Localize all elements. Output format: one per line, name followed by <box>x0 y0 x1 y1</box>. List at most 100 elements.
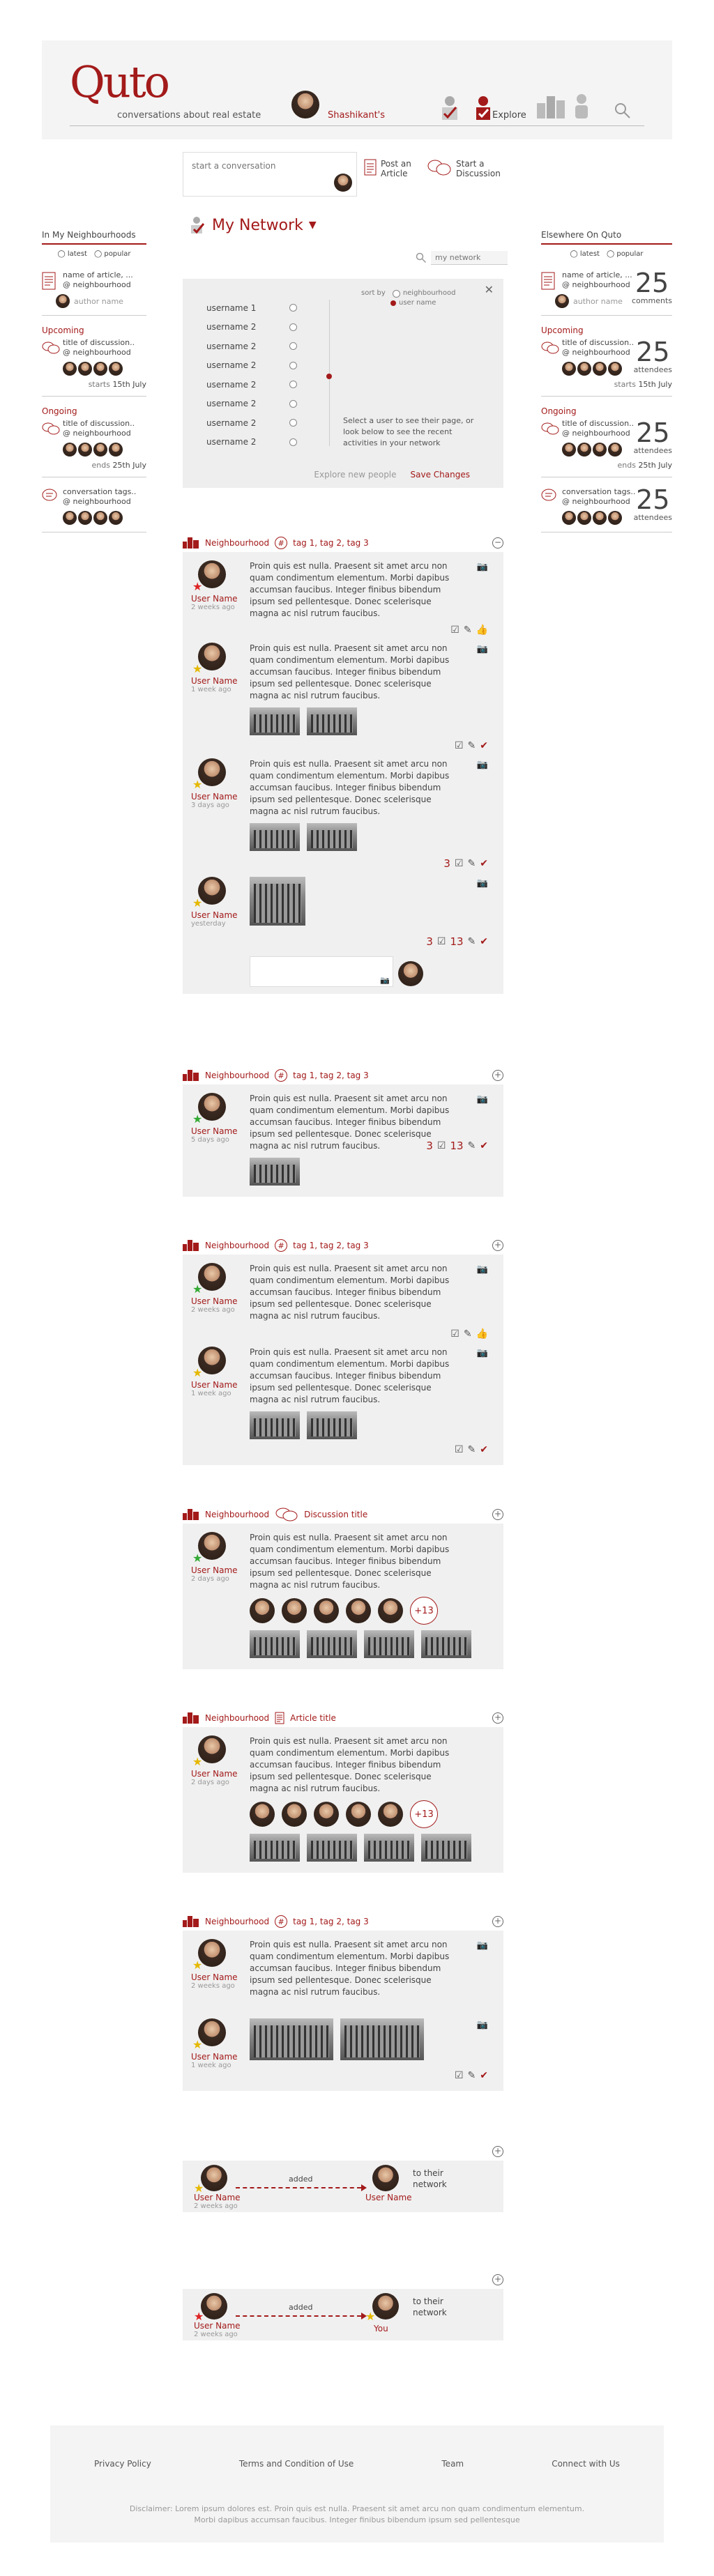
building-photo[interactable] <box>250 1158 300 1186</box>
sort-latest[interactable]: ◯ latest <box>570 250 600 258</box>
search-icon[interactable] <box>614 102 632 122</box>
approve-icon[interactable]: ✔ <box>480 740 488 751</box>
check-icon[interactable]: ☑ <box>455 858 464 869</box>
team-link[interactable]: Team <box>441 2459 464 2469</box>
user-profile-link[interactable]: Shashikant's <box>328 110 385 121</box>
reply-input[interactable]: 📷 <box>250 956 423 987</box>
neighbourhood-link[interactable]: Neighbourhood <box>205 1713 269 1723</box>
user-row[interactable]: username 2 <box>206 356 297 376</box>
camera-icon[interactable]: 📷 <box>477 2020 488 2030</box>
user-row[interactable]: username 2 <box>206 394 297 414</box>
building-photo[interactable] <box>307 1411 357 1439</box>
participant-avatar[interactable] <box>282 1802 307 1827</box>
user-radio[interactable] <box>289 361 297 369</box>
expand-icon[interactable]: + <box>492 1070 503 1081</box>
sort-latest[interactable]: ◯ latest <box>57 250 87 258</box>
user-row[interactable]: username 2 <box>206 413 297 433</box>
building-photo[interactable] <box>364 1630 414 1658</box>
user-name[interactable]: User Name <box>191 2052 238 2062</box>
camera-icon[interactable]: 📷 <box>477 1348 488 1358</box>
article-title-link[interactable]: Article title <box>290 1713 336 1723</box>
edit-icon[interactable]: ✎ <box>464 1328 472 1340</box>
camera-icon[interactable]: 📷 <box>380 976 390 985</box>
building-photo[interactable] <box>307 1630 357 1658</box>
right-upcoming-item[interactable]: Upcoming title of discussion.. @ neighbou… <box>541 321 672 397</box>
start-discussion-button[interactable]: Start a Discussion <box>427 159 505 178</box>
edit-icon[interactable]: ✎ <box>468 858 476 869</box>
user-name[interactable]: User Name <box>191 594 238 604</box>
approve-icon[interactable]: ✔ <box>480 1140 488 1151</box>
network-search[interactable] <box>416 251 508 265</box>
participant-avatar[interactable] <box>346 1802 371 1827</box>
sort-radio-username[interactable] <box>390 300 396 306</box>
expand-icon[interactable]: + <box>492 1712 503 1724</box>
building-photo[interactable] <box>250 823 300 851</box>
building-photo[interactable] <box>250 877 305 926</box>
building-photo[interactable] <box>307 1834 357 1862</box>
user-row[interactable]: username 1 <box>206 298 297 318</box>
participant-avatar[interactable] <box>378 1802 403 1827</box>
expand-icon[interactable]: + <box>492 2146 503 2157</box>
sort-radio-neighbourhood[interactable] <box>392 289 400 298</box>
participant-avatar[interactable] <box>378 1598 403 1623</box>
sort-option-username[interactable]: user name <box>399 298 436 308</box>
user-row[interactable]: username 2 <box>206 375 297 394</box>
camera-icon[interactable]: 📷 <box>477 878 488 889</box>
user-radio[interactable] <box>289 304 297 312</box>
check-icon[interactable]: ☑ <box>450 624 459 636</box>
building-photo[interactable] <box>250 1834 300 1862</box>
network-search-input[interactable] <box>431 251 508 265</box>
notifications-icon[interactable] <box>473 95 494 125</box>
camera-icon[interactable]: 📷 <box>477 1940 488 1951</box>
quto-logo[interactable]: Quto <box>70 61 170 104</box>
left-article-item[interactable]: name of article, ... @ neighbourhood auth… <box>42 266 146 316</box>
participant-avatar[interactable] <box>282 1598 307 1623</box>
participant-avatar[interactable] <box>314 1598 339 1623</box>
explore-people-link[interactable]: Explore new people <box>314 470 396 480</box>
privacy-policy-link[interactable]: Privacy Policy <box>94 2459 151 2469</box>
left-upcoming-item[interactable]: Upcoming title of discussion.. @ neighbou… <box>42 321 146 397</box>
left-conversation-item[interactable]: conversation tags.. @ neighbourhood <box>42 483 146 532</box>
added-user-name[interactable]: User Name <box>365 2193 412 2202</box>
check-icon[interactable]: ☑ <box>437 936 446 947</box>
edit-icon[interactable]: ✎ <box>468 1444 476 1455</box>
like-icon[interactable]: 👍 <box>476 624 488 636</box>
edit-icon[interactable]: ✎ <box>468 2070 476 2081</box>
user-radio[interactable] <box>289 399 297 408</box>
user-avatar[interactable] <box>291 91 319 118</box>
user-name[interactable]: User Name <box>191 1380 238 1390</box>
user-row[interactable]: username 2 <box>206 318 297 337</box>
right-article-item[interactable]: name of article, ... @ neighbourhood auth… <box>541 266 672 316</box>
sort-option-neighbourhood[interactable]: neighbourhood <box>403 289 456 298</box>
explore-link[interactable]: Explore <box>492 110 526 121</box>
participant-avatar[interactable] <box>314 1802 339 1827</box>
camera-icon[interactable]: 📷 <box>477 644 488 654</box>
terms-link[interactable]: Terms and Condition of Use <box>239 2459 354 2469</box>
people-icon[interactable] <box>573 93 590 121</box>
right-conversation-item[interactable]: conversation tags.. @ neighbourhood 25 att… <box>541 483 672 532</box>
building-photo[interactable] <box>307 707 357 735</box>
buildings-icon[interactable] <box>536 93 566 121</box>
more-participants-button[interactable]: +13 <box>410 1597 438 1625</box>
like-icon[interactable]: 👍 <box>476 1328 488 1340</box>
user-radio[interactable] <box>289 438 297 446</box>
building-photo[interactable] <box>421 1834 471 1862</box>
camera-icon[interactable]: 📷 <box>477 562 488 572</box>
user-radio[interactable] <box>289 342 297 351</box>
building-photo[interactable] <box>340 2018 424 2060</box>
participant-avatar[interactable] <box>250 1598 275 1623</box>
user-avatar[interactable] <box>201 2165 227 2191</box>
approve-icon[interactable]: ✔ <box>480 1444 488 1455</box>
expand-icon[interactable]: + <box>492 1240 503 1251</box>
participant-avatar[interactable] <box>250 1802 275 1827</box>
start-conversation-input[interactable] <box>192 161 331 171</box>
you-label[interactable]: You <box>374 2324 388 2333</box>
edit-icon[interactable]: ✎ <box>464 624 472 636</box>
left-ongoing-item[interactable]: Ongoing title of discussion.. @ neighbour… <box>42 402 146 477</box>
author-name[interactable]: author name <box>74 297 123 306</box>
conversation-composer[interactable] <box>183 152 357 197</box>
camera-icon[interactable]: 📷 <box>477 1264 488 1275</box>
building-photo[interactable] <box>250 1630 300 1658</box>
neighbourhood-link[interactable]: Neighbourhood <box>205 1241 269 1250</box>
neighbourhood-link[interactable]: Neighbourhood <box>205 538 269 548</box>
